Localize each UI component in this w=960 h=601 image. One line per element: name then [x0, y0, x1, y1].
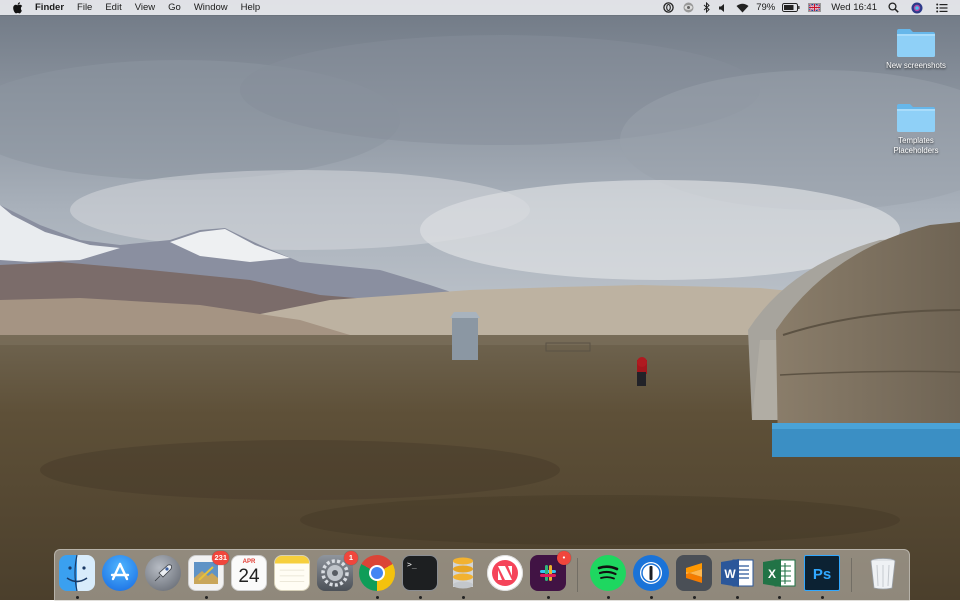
dock-photoshop[interactable]: Ps: [804, 555, 840, 599]
word-icon: W: [719, 555, 755, 591]
desktop-wallpaper: [0, 0, 960, 600]
dock-slack[interactable]: •: [530, 551, 571, 599]
running-indicator: [778, 596, 781, 599]
dock-sequel-pro[interactable]: [445, 555, 481, 599]
menu-window[interactable]: Window: [187, 0, 234, 15]
database-icon: [445, 555, 481, 591]
running-indicator: [462, 596, 465, 599]
onepassword-icon: [633, 555, 669, 591]
battery-icon[interactable]: [782, 0, 800, 15]
eye-icon[interactable]: [682, 0, 695, 15]
running-indicator: [419, 596, 422, 599]
dock-launchpad[interactable]: [145, 555, 181, 591]
dock-sublime-text[interactable]: [676, 555, 712, 599]
svg-text:X: X: [768, 567, 776, 581]
menu-file[interactable]: File: [71, 0, 99, 15]
menu-bar: Finder File Edit View Go Window Help 79%: [0, 0, 960, 15]
finder-icon: [59, 555, 95, 591]
notification-badge: 231: [212, 551, 229, 565]
running-indicator: [205, 596, 208, 599]
menubar-clock[interactable]: Wed 16:41: [831, 2, 877, 13]
dock-terminal[interactable]: >_: [402, 555, 438, 599]
uk-flag-icon[interactable]: [808, 3, 822, 12]
terminal-prompt: >_: [407, 560, 417, 569]
desktop-folder-new-screenshots[interactable]: New screenshots: [876, 27, 956, 71]
notification-badge: 1: [344, 551, 358, 565]
folder-icon: [895, 102, 937, 134]
dock-app-store[interactable]: [102, 555, 138, 591]
dock-finder[interactable]: [59, 555, 95, 599]
bluetooth-icon[interactable]: [703, 0, 710, 15]
siri-icon[interactable]: [911, 0, 923, 15]
running-indicator: [650, 596, 653, 599]
dock-notes[interactable]: [274, 555, 310, 591]
svg-text:Ps: Ps: [813, 566, 831, 583]
menu-edit[interactable]: Edit: [99, 0, 128, 15]
desktop-icon-label: New screenshots: [886, 61, 946, 70]
calendar-day: 24: [238, 566, 260, 587]
dock: 231 APR 24 1 >_ • W X Ps: [54, 549, 910, 601]
notification-badge: •: [557, 551, 571, 565]
battery-percent: 79%: [756, 2, 776, 13]
wifi-icon[interactable]: [736, 0, 749, 15]
trash-icon: [865, 555, 901, 591]
desktop-icon-label: Templates Placeholders: [893, 136, 939, 155]
sublime-text-icon: [676, 555, 712, 591]
running-indicator: [821, 596, 824, 599]
running-indicator: [736, 596, 739, 599]
apple-menu-icon[interactable]: [12, 1, 25, 14]
dock-preview[interactable]: 231: [188, 551, 229, 599]
desktop-folder-templates-placeholders[interactable]: Templates Placeholders: [876, 102, 956, 156]
launchpad-icon: [145, 555, 181, 591]
dock-trash[interactable]: [865, 555, 901, 591]
dock-spotify[interactable]: [590, 555, 626, 599]
menu-app-finder[interactable]: Finder: [31, 0, 71, 15]
dock-word[interactable]: W: [719, 555, 755, 599]
dock-system-preferences[interactable]: 1: [317, 551, 358, 591]
notification-center-icon[interactable]: [936, 0, 948, 15]
running-indicator: [547, 596, 550, 599]
app-store-icon: [102, 555, 138, 591]
spotify-icon: [590, 555, 626, 591]
dock-calendar[interactable]: APR 24: [231, 555, 267, 591]
opera-icon[interactable]: [663, 0, 674, 15]
calendar-month: APR: [242, 559, 256, 565]
volume-icon[interactable]: [718, 0, 728, 15]
svg-text:W: W: [724, 567, 736, 581]
folder-icon: [895, 27, 937, 59]
spotlight-search-icon[interactable]: [888, 0, 899, 15]
photoshop-icon: Ps: [804, 555, 840, 591]
dock-news[interactable]: [487, 555, 523, 591]
running-indicator: [76, 596, 79, 599]
news-icon: [487, 555, 523, 591]
dock-separator: [851, 558, 852, 592]
menu-go[interactable]: Go: [162, 0, 188, 15]
calendar-icon: APR 24: [231, 555, 267, 591]
menu-help[interactable]: Help: [234, 0, 267, 15]
dock-excel[interactable]: X: [761, 555, 797, 599]
dock-chrome[interactable]: [359, 555, 395, 599]
menu-view[interactable]: View: [128, 0, 161, 15]
running-indicator: [607, 596, 610, 599]
terminal-icon: >_: [402, 555, 438, 591]
dock-separator: [577, 558, 578, 592]
notes-icon: [274, 555, 310, 591]
running-indicator: [376, 596, 379, 599]
excel-icon: X: [761, 555, 797, 591]
running-indicator: [693, 596, 696, 599]
dock-1password[interactable]: [633, 555, 669, 599]
chrome-icon: [359, 555, 395, 591]
